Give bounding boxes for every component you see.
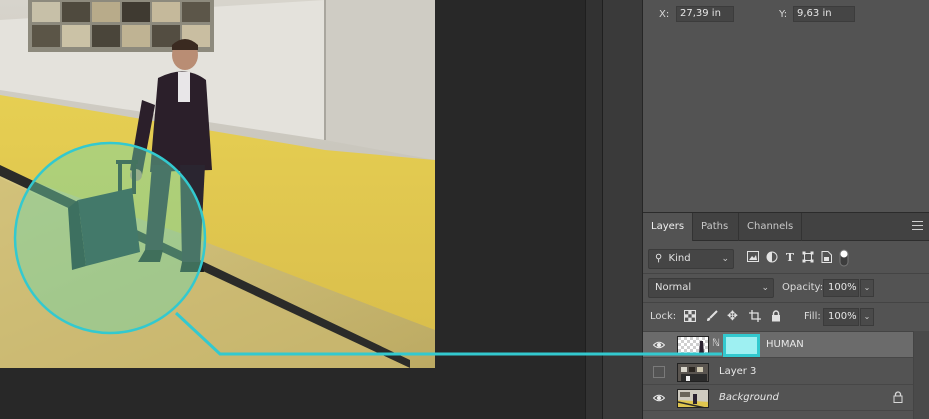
lock-all-icon[interactable] bbox=[769, 310, 782, 323]
divider bbox=[643, 302, 929, 303]
blend-mode-value: Normal bbox=[655, 282, 692, 293]
filter-kind-value: Kind bbox=[668, 253, 691, 264]
lock-icon bbox=[893, 391, 903, 406]
layer-name: Background bbox=[719, 392, 779, 403]
visibility-toggle-off[interactable] bbox=[653, 366, 665, 378]
x-position-field[interactable]: 27,39 in bbox=[676, 6, 734, 22]
divider bbox=[643, 273, 929, 274]
tab-channels[interactable]: Channels bbox=[738, 213, 803, 241]
hamburger-menu-icon[interactable] bbox=[912, 221, 923, 231]
type-layer-filter-icon[interactable]: T bbox=[783, 251, 797, 265]
chevron-down-icon: ⌄ bbox=[721, 254, 729, 264]
chevron-down-icon: ⌄ bbox=[761, 283, 769, 293]
panel-dock-strip bbox=[585, 0, 603, 419]
layer-filter-kind-dropdown[interactable]: ⚲ Kind ⌄ bbox=[648, 249, 734, 269]
layer-thumbnail[interactable] bbox=[677, 363, 709, 382]
fill-label: Fill: bbox=[804, 311, 821, 322]
y-position-field[interactable]: 9,63 in bbox=[793, 6, 855, 22]
pixel-layer-filter-icon[interactable] bbox=[746, 251, 760, 265]
smart-object-filter-icon[interactable] bbox=[819, 251, 833, 265]
panel-tab-bar: Layers Paths Channels bbox=[643, 213, 929, 242]
layer-name: Layer 3 bbox=[719, 366, 757, 377]
filter-toggle-icon[interactable] bbox=[837, 249, 851, 267]
opacity-field[interactable]: 100% bbox=[823, 279, 859, 297]
layer-row-layer-3[interactable]: Layer 3 bbox=[643, 359, 913, 385]
pasteboard bbox=[435, 0, 585, 419]
search-icon: ⚲ bbox=[655, 253, 663, 264]
fill-slider-toggle[interactable]: ⌄ bbox=[860, 308, 874, 326]
panel-dock-collapsed bbox=[603, 0, 643, 419]
canvas-photo-image bbox=[0, 0, 435, 368]
layer-row-human[interactable]: ℕ HUMAN bbox=[643, 332, 913, 358]
shape-layer-filter-icon[interactable] bbox=[801, 251, 815, 265]
layer-row-background[interactable]: Background bbox=[643, 385, 913, 411]
lock-transparent-pixels-icon[interactable] bbox=[683, 310, 696, 323]
y-label: Y: bbox=[779, 9, 788, 20]
lock-label: Lock: bbox=[650, 311, 677, 322]
pasteboard bbox=[0, 368, 585, 419]
lock-image-pixels-icon[interactable] bbox=[705, 310, 718, 323]
layer-name: HUMAN bbox=[766, 339, 804, 350]
blend-mode-dropdown[interactable]: Normal ⌄ bbox=[648, 278, 774, 298]
layer-mask-thumbnail[interactable] bbox=[723, 334, 760, 357]
opacity-slider-toggle[interactable]: ⌄ bbox=[860, 279, 874, 297]
document-canvas[interactable] bbox=[0, 0, 435, 368]
eye-icon[interactable] bbox=[652, 339, 666, 351]
layers-scrollbar[interactable] bbox=[913, 331, 929, 419]
properties-panel: X: 27,39 in Y: 9,63 in bbox=[643, 0, 929, 212]
lock-position-icon[interactable]: ✥ bbox=[726, 310, 739, 323]
adjustment-layer-filter-icon[interactable] bbox=[765, 251, 779, 265]
tab-paths[interactable]: Paths bbox=[692, 213, 736, 241]
mask-link-icon[interactable]: ℕ bbox=[712, 338, 720, 349]
opacity-label: Opacity: bbox=[782, 282, 824, 293]
lock-artboard-icon[interactable] bbox=[748, 310, 761, 323]
layer-thumbnail[interactable] bbox=[677, 389, 709, 408]
layers-panel: Layers Paths Channels ⚲ Kind ⌄ T Normal … bbox=[643, 212, 929, 419]
layer-thumbnail[interactable] bbox=[677, 336, 709, 355]
fill-field[interactable]: 100% bbox=[823, 308, 859, 326]
eye-icon[interactable] bbox=[652, 392, 666, 404]
x-label: X: bbox=[659, 9, 670, 20]
tab-layers[interactable]: Layers bbox=[643, 213, 693, 242]
